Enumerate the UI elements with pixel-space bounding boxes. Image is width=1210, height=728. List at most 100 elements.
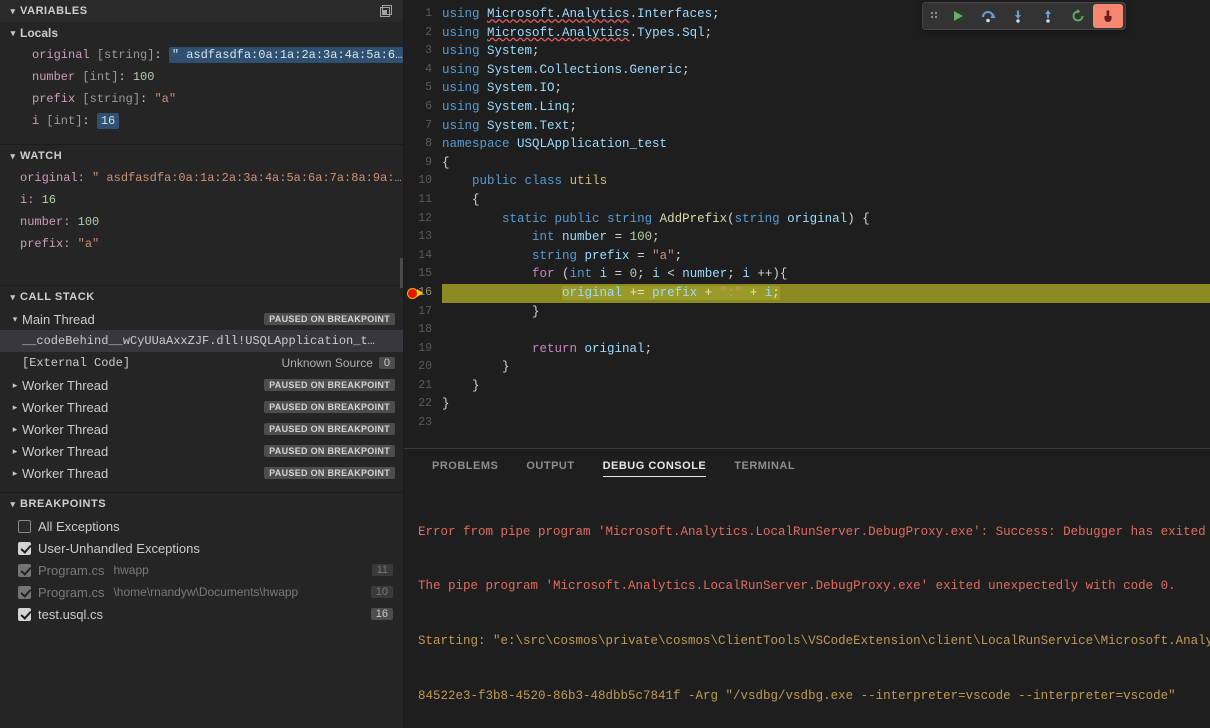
callstack-thread-worker[interactable]: ▸ Worker Thread PAUSED ON BREAKPOINT: [0, 418, 403, 440]
callstack-section-header[interactable]: ▾ CALL STACK: [0, 286, 403, 308]
callstack-thread-worker[interactable]: ▸ Worker Thread PAUSED ON BREAKPOINT: [0, 462, 403, 484]
code-line-current[interactable]: 16 original += prefix + ":" + i;: [404, 284, 1210, 303]
callstack-thread-worker[interactable]: ▸ Worker Thread PAUSED ON BREAKPOINT: [0, 374, 403, 396]
callstack-thread-worker[interactable]: ▸ Worker Thread PAUSED ON BREAKPOINT: [0, 440, 403, 462]
code-line: 21 }: [404, 377, 1210, 396]
panel-tab-bar: PROBLEMS OUTPUT DEBUG CONSOLE TERMINAL: [404, 449, 1210, 484]
code-line: 10 public class utils: [404, 172, 1210, 191]
console-line: The pipe program 'Microsoft.Analytics.Lo…: [418, 577, 1210, 595]
step-into-icon[interactable]: [1003, 4, 1033, 28]
debug-toolbar[interactable]: [922, 2, 1126, 30]
step-out-icon[interactable]: [1033, 4, 1063, 28]
variable-row-original[interactable]: original [string]: " asdfasdfa:0a:1a:2a:…: [0, 44, 403, 66]
console-line: Error from pipe program 'Microsoft.Analy…: [418, 523, 1210, 541]
variable-row-i[interactable]: i [int]: 16: [0, 110, 403, 132]
variable-row-number[interactable]: number [int]: 100: [0, 66, 403, 88]
code-line: 11 {: [404, 191, 1210, 210]
tab-terminal[interactable]: TERMINAL: [720, 449, 809, 484]
continue-play-icon[interactable]: [943, 4, 973, 28]
line-content: original += prefix + ":" + i;: [442, 284, 1210, 303]
tab-output[interactable]: OUTPUT: [512, 449, 588, 484]
status-badge: PAUSED ON BREAKPOINT: [264, 313, 395, 325]
watch-item-number[interactable]: number: 100: [0, 211, 403, 233]
checkbox-icon[interactable]: [18, 520, 31, 533]
variable-value[interactable]: 16: [97, 113, 119, 129]
variable-value[interactable]: "a": [154, 92, 176, 106]
variable-value[interactable]: 100: [133, 70, 155, 84]
line-number: 14: [404, 247, 442, 266]
thread-label: Worker Thread: [22, 466, 264, 481]
code-line: 3using System;: [404, 42, 1210, 61]
stop-icon[interactable]: [1093, 4, 1123, 28]
code-line: 20 }: [404, 358, 1210, 377]
breakpoint-line-number: 10: [371, 586, 393, 598]
tab-problems[interactable]: PROBLEMS: [418, 449, 512, 484]
breakpoint-line-number: 11: [372, 564, 393, 576]
breakpoint-path: \home\rnandyw\Documents\hwapp: [113, 585, 370, 599]
frame-label: __codeBehind__wCyUUaAxxZJF.dll!USQLAppli…: [22, 334, 403, 348]
breakpoint-label: test.usql.cs: [38, 607, 103, 622]
breakpoint-program-cs-11[interactable]: Program.cs hwapp 11: [0, 559, 403, 581]
breakpoint-program-cs-10[interactable]: Program.cs \home\rnandyw\Documents\hwapp…: [0, 581, 403, 603]
checkbox-icon[interactable]: [18, 564, 31, 577]
status-badge: PAUSED ON BREAKPOINT: [264, 445, 395, 457]
line-content: public class utils: [442, 172, 1210, 191]
step-over-icon[interactable]: [973, 4, 1003, 28]
status-badge: PAUSED ON BREAKPOINT: [264, 401, 395, 413]
thread-label: Worker Thread: [22, 444, 264, 459]
callstack-frame-external[interactable]: [External Code] Unknown Source 0: [0, 352, 403, 374]
frame-source: Unknown Source: [281, 356, 372, 370]
tab-debug-console[interactable]: DEBUG CONSOLE: [589, 449, 721, 484]
breakpoint-test-usql-cs-16[interactable]: test.usql.cs 16: [0, 603, 403, 625]
thread-label: Worker Thread: [22, 400, 264, 415]
drag-grip-icon[interactable]: [925, 9, 943, 23]
variable-name: number: [32, 70, 75, 84]
watch-value: " asdfasdfa:0a:1a:2a:3a:4a:5a:6a:7a:8a:9…: [92, 171, 402, 185]
variable-row-prefix[interactable]: prefix [string]: "a": [0, 88, 403, 110]
callstack-thread-main[interactable]: ▾ Main Thread PAUSED ON BREAKPOINT: [0, 308, 403, 330]
watch-section-header[interactable]: ▾ WATCH: [0, 145, 403, 167]
line-content: }: [442, 395, 1210, 414]
breakpoint-all-exceptions[interactable]: All Exceptions: [0, 515, 403, 537]
chevron-down-icon: ▾: [6, 0, 20, 22]
restart-icon[interactable]: [1063, 4, 1093, 28]
sidebar-filler: [0, 625, 403, 728]
multi-window-icon[interactable]: [375, 1, 397, 21]
variables-pad: [0, 132, 403, 144]
line-number: 5: [404, 79, 442, 98]
code-line: 5using System.IO;: [404, 79, 1210, 98]
watch-item-i[interactable]: i: 16: [0, 189, 403, 211]
code-line: 22}: [404, 395, 1210, 414]
chevron-down-icon: ▾: [6, 286, 20, 308]
checkbox-icon[interactable]: [18, 542, 31, 555]
code-line: 7using System.Text;: [404, 117, 1210, 136]
breakpoint-user-unhandled[interactable]: User-Unhandled Exceptions: [0, 537, 403, 559]
breakpoints-section-header[interactable]: ▾ BREAKPOINTS: [0, 493, 403, 515]
debug-console-output[interactable]: Error from pipe program 'Microsoft.Analy…: [404, 484, 1210, 728]
checkbox-icon[interactable]: [18, 608, 31, 621]
variables-scope-locals[interactable]: ▾ Locals: [0, 22, 403, 44]
code-lines[interactable]: 1using Microsoft.Analytics.Interfaces; 2…: [404, 0, 1210, 433]
checkbox-icon[interactable]: [18, 586, 31, 599]
line-content: static public string AddPrefix(string or…: [442, 210, 1210, 229]
callstack-thread-worker[interactable]: ▸ Worker Thread PAUSED ON BREAKPOINT: [0, 396, 403, 418]
code-editor[interactable]: 1using Microsoft.Analytics.Interfaces; 2…: [404, 0, 1210, 448]
callstack-frame-selected[interactable]: __codeBehind__wCyUUaAxxZJF.dll!USQLAppli…: [0, 330, 403, 352]
line-number: 12: [404, 210, 442, 229]
line-number: 6: [404, 98, 442, 117]
chevron-right-icon: ▸: [8, 380, 22, 391]
variables-section-header[interactable]: ▾ VARIABLES: [0, 0, 403, 22]
line-number: 9: [404, 154, 442, 173]
line-content: }: [442, 377, 1210, 396]
sidebar-scrollbar-thumb[interactable]: [400, 258, 403, 288]
line-content: }: [442, 358, 1210, 377]
watch-rows: original: " asdfasdfa:0a:1a:2a:3a:4a:5a:…: [0, 167, 403, 255]
watch-item-original[interactable]: original: " asdfasdfa:0a:1a:2a:3a:4a:5a:…: [0, 167, 403, 189]
watch-section-title: WATCH: [20, 150, 403, 162]
chevron-right-icon: ▸: [8, 468, 22, 479]
watch-item-prefix[interactable]: prefix: "a": [0, 233, 403, 255]
line-number: 3: [404, 42, 442, 61]
callstack-pad: [0, 484, 403, 492]
variable-value[interactable]: " asdfasdfa:0a:1a:2a:3a:4a:5a:6…: [169, 47, 403, 63]
line-content: [442, 321, 1210, 340]
